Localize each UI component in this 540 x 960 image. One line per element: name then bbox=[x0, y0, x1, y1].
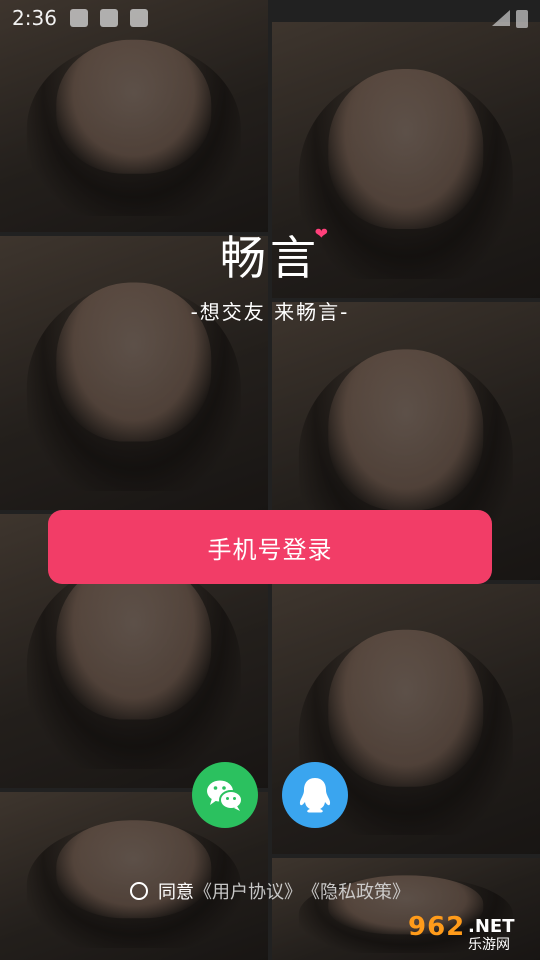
phone-login-button[interactable]: 手机号登录 bbox=[48, 510, 492, 584]
phone-login-label: 手机号登录 bbox=[207, 535, 333, 564]
app-name-text: 畅言 bbox=[220, 231, 320, 285]
qq-login-button[interactable] bbox=[282, 762, 348, 828]
app-icon bbox=[130, 9, 148, 27]
signal-icon bbox=[492, 10, 510, 26]
notification-icon bbox=[100, 9, 118, 27]
wechat-icon bbox=[207, 780, 243, 811]
notification-icons bbox=[70, 9, 148, 27]
agree-radio[interactable] bbox=[130, 882, 148, 900]
heart-icon: ❤ bbox=[314, 224, 332, 243]
app-slogan: -想交友 来畅言- bbox=[190, 300, 350, 324]
wechat-login-button[interactable] bbox=[192, 762, 258, 828]
app-name: 畅言 ❤ bbox=[220, 222, 328, 288]
user-agreement-link[interactable]: 《用户协议》 bbox=[194, 878, 302, 904]
status-bar: 2:36 bbox=[0, 0, 540, 36]
watermark-site: 乐游网 bbox=[468, 937, 510, 953]
agree-prefix: 同意 bbox=[158, 882, 194, 903]
photo-grid bbox=[0, 0, 540, 960]
system-icons bbox=[492, 10, 528, 28]
agreement-row: 同意 《用户协议》 《隐私政策》 bbox=[0, 878, 540, 904]
privacy-policy-link[interactable]: 《隐私政策》 bbox=[302, 878, 410, 904]
qq-icon bbox=[299, 778, 331, 813]
app-logo: 畅言 ❤ -想交友 来畅言- bbox=[0, 222, 540, 325]
status-time: 2:36 bbox=[12, 6, 57, 30]
download-icon bbox=[70, 9, 88, 27]
battery-icon bbox=[516, 10, 528, 28]
watermark-number: 962 bbox=[408, 912, 466, 942]
watermark: 962 .NET 乐游网 bbox=[404, 910, 530, 953]
